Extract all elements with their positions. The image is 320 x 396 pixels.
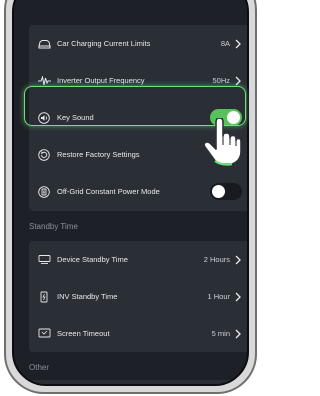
phone-frame: Car Charging Current Limits 8A Inverter …	[4, 0, 257, 394]
toggle-knob	[212, 185, 225, 198]
row-label: Car Charging Current Limits	[57, 39, 151, 48]
chevron-right-icon	[235, 76, 241, 85]
off-grid-power-mode-toggle[interactable]	[210, 183, 242, 200]
row-label: INV Standby Time	[57, 292, 118, 301]
power-mode-icon	[37, 185, 51, 199]
row-value: 2 Hours	[203, 255, 230, 264]
chevron-right-icon	[235, 255, 241, 264]
chevron-right-icon	[235, 292, 241, 301]
chevron-right-icon	[235, 39, 241, 48]
device-standby-icon	[37, 253, 51, 267]
row-car-charging-current-limits[interactable]: Car Charging Current Limits 8A	[29, 25, 247, 62]
chevron-right-icon	[235, 329, 241, 338]
standby-card: Device Standby Time 2 Hours INV Standby …	[29, 241, 247, 352]
row-device-standby-time[interactable]: Device Standby Time 2 Hours	[29, 241, 247, 278]
inverter-icon	[37, 290, 51, 304]
car-charging-icon	[37, 37, 51, 51]
row-label: Inverter Output Frequency	[57, 76, 145, 85]
tap-hand-icon	[203, 118, 242, 166]
row-label: Device Standby Time	[57, 255, 128, 264]
row-value: 5 min	[211, 329, 230, 338]
row-inv-standby-time[interactable]: INV Standby Time 1 Hour	[29, 278, 247, 315]
row-screen-timeout[interactable]: Screen Timeout 5 min	[29, 315, 247, 352]
phone-bezel: Car Charging Current Limits 8A Inverter …	[12, 0, 249, 386]
section-title-standby-time: Standby Time	[29, 222, 78, 231]
section-title-other: Other	[29, 363, 50, 372]
row-value: 50Hz	[212, 76, 230, 85]
other-card	[29, 380, 247, 384]
restore-icon	[37, 148, 51, 162]
settings-screen: Car Charging Current Limits 8A Inverter …	[21, 0, 247, 384]
row-value: 1 Hour	[207, 292, 230, 301]
row-label: Screen Timeout	[57, 329, 110, 338]
row-value: 8A	[220, 39, 230, 48]
screen-icon	[37, 327, 51, 341]
